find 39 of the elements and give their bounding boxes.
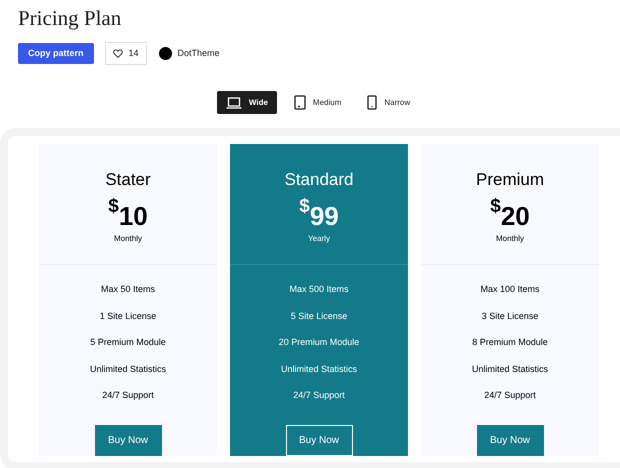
plan-feature: Max 50 Items: [100, 283, 156, 295]
view-tab[interactable]: Medium: [284, 91, 350, 114]
plan-price: $20: [490, 197, 530, 229]
plan-feature: 5 Site License: [290, 310, 348, 322]
plan-name: Standard: [284, 169, 354, 191]
plan-feature: 24/7 Support: [102, 389, 154, 401]
view-tab[interactable]: Narrow: [358, 91, 420, 114]
plan-feature: Max 500 Items: [289, 283, 348, 295]
heart-icon: [112, 49, 123, 58]
plan-feature: 20 Premium Module: [278, 336, 360, 348]
plan-feature: 24/7 Support: [293, 389, 345, 401]
laptop-icon: [226, 96, 242, 108]
plan-feature: 1 Site License: [100, 310, 156, 322]
plan-feature: Max 100 Items: [480, 283, 540, 295]
plan-feature: Unlimited Statistics: [90, 362, 166, 374]
plan-name: Stater: [105, 169, 151, 191]
view-tab[interactable]: Wide: [216, 91, 277, 114]
plan-feature: 24/7 Support: [484, 389, 536, 401]
author-link[interactable]: DotTheme: [178, 46, 220, 60]
plan-period: Yearly: [308, 233, 330, 245]
buy-now-button[interactable]: Buy Now: [94, 425, 162, 456]
author-avatar: [158, 47, 172, 60]
phone-icon: [367, 95, 378, 110]
like-button[interactable]: 14: [104, 42, 147, 65]
plan-feature: 8 Premium Module: [472, 336, 548, 348]
plan-price: $99: [299, 197, 339, 229]
plan-feature: 5 Premium Module: [90, 336, 166, 348]
plan-name: Premium: [476, 169, 544, 191]
buy-now-button[interactable]: Buy Now: [286, 425, 352, 456]
plan-feature: 3 Site License: [482, 310, 538, 322]
buy-now-button[interactable]: Buy Now: [476, 425, 544, 456]
plan-period: Monthly: [114, 233, 142, 245]
copy-pattern-button[interactable]: Copy pattern: [18, 43, 94, 64]
plan-period: Monthly: [496, 233, 524, 245]
plan-price: $10: [108, 197, 148, 229]
page-title: Pricing Plan: [18, 5, 122, 32]
tablet-icon: [294, 95, 306, 110]
plan-feature: Unlimited Statistics: [280, 362, 357, 374]
plan-feature: Unlimited Statistics: [472, 362, 548, 374]
